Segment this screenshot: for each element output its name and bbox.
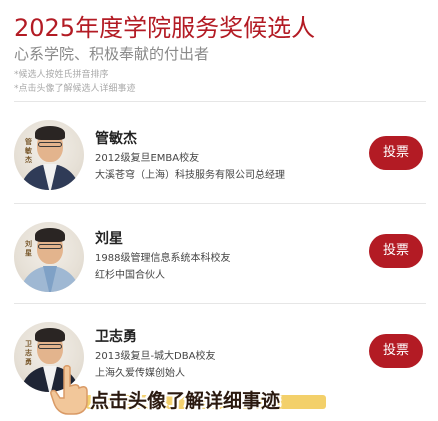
vote-button[interactable]: 投票 bbox=[369, 334, 423, 368]
avatar-hair bbox=[35, 328, 65, 342]
candidate-avatar[interactable]: 刘星 bbox=[14, 222, 84, 292]
page-subtitle: 心系学院、积极奉献的付出者 bbox=[14, 45, 210, 63]
hint-text: 点击头像了解详细事迹 bbox=[90, 390, 281, 412]
sort-note: *候选人按姓氏拼音排序 bbox=[14, 70, 109, 80]
candidate-position: 上海久爱传媒创始人 bbox=[95, 368, 185, 379]
candidate-avatar[interactable]: 管敏杰 bbox=[14, 120, 84, 190]
page-title: 2025年度学院服务奖候选人 bbox=[14, 14, 316, 42]
avatar-name-tag: 卫志勇 bbox=[25, 340, 32, 366]
candidate-name: 管敏杰 bbox=[95, 131, 137, 147]
candidate-position: 红杉中国合伙人 bbox=[95, 270, 165, 281]
vote-button[interactable]: 投票 bbox=[369, 234, 423, 268]
candidate-name: 卫志勇 bbox=[95, 329, 137, 345]
avatar-hair bbox=[35, 228, 65, 242]
candidate-position: 大溪苍穹（上海）科技服务有限公司总经理 bbox=[95, 170, 285, 181]
candidate-alumni-info: 2013级复旦-城大DBA校友 bbox=[95, 351, 216, 362]
divider bbox=[14, 101, 426, 102]
candidate-card: 管敏杰 管敏杰 2012级复旦EMBA校友 大溪苍穹（上海）科技服务有限公司总经… bbox=[0, 106, 438, 206]
avatar-name-tag: 管敏杰 bbox=[25, 138, 32, 164]
vote-button[interactable]: 投票 bbox=[369, 136, 423, 170]
candidate-alumni-info: 1988级管理信息系统本科校友 bbox=[95, 253, 231, 264]
candidate-name: 刘星 bbox=[95, 231, 123, 247]
candidate-card: 刘星 刘星 1988级管理信息系统本科校友 红杉中国合伙人 投票 bbox=[0, 208, 438, 308]
avatar-name-tag: 刘星 bbox=[25, 240, 32, 257]
pointing-hand-icon bbox=[50, 365, 88, 415]
avatar-glasses bbox=[38, 142, 62, 147]
candidate-alumni-info: 2012级复旦EMBA校友 bbox=[95, 153, 200, 164]
click-note: *点击头像了解候选人详细事迹 bbox=[14, 84, 136, 94]
avatar-hair bbox=[35, 126, 65, 140]
divider bbox=[14, 303, 426, 304]
divider bbox=[14, 203, 426, 204]
avatar-glasses bbox=[38, 344, 62, 349]
avatar-glasses bbox=[38, 244, 62, 249]
